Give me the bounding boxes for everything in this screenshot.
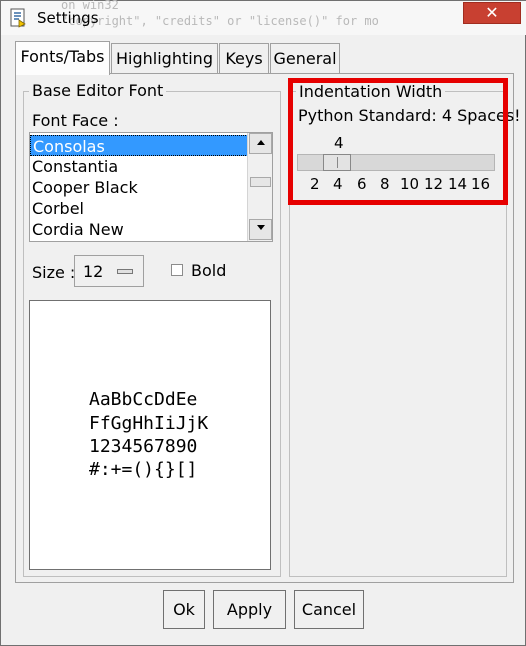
font-size-dropdown[interactable]: 12 bbox=[74, 255, 144, 287]
list-item-consolas[interactable]: Consolas bbox=[30, 135, 248, 156]
tab-highlighting[interactable]: Highlighting bbox=[111, 43, 218, 75]
bold-checkbox[interactable] bbox=[171, 264, 183, 276]
background-console-line-2: "copyright", "credits" or "license()" fo… bbox=[61, 14, 379, 28]
settings-window: on win32 "copyright", "credits" or "lice… bbox=[0, 0, 526, 646]
close-icon: ✕ bbox=[485, 3, 499, 22]
highlight-annotation-box bbox=[288, 78, 508, 205]
scroll-down-button[interactable] bbox=[249, 219, 272, 240]
list-item-corbel[interactable]: Corbel bbox=[30, 198, 248, 219]
list-item-cordia-new[interactable]: Cordia New bbox=[30, 219, 248, 240]
title-bar: on win32 "copyright", "credits" or "lice… bbox=[1, 0, 526, 35]
font-size-value: 12 bbox=[83, 262, 104, 281]
ok-button[interactable]: Ok bbox=[163, 590, 205, 629]
base-editor-font-legend: Base Editor Font bbox=[29, 81, 167, 100]
tab-general[interactable]: General bbox=[270, 43, 340, 75]
font-face-label: Font Face : bbox=[32, 111, 119, 130]
size-label: Size : bbox=[32, 263, 76, 282]
python-app-icon bbox=[10, 8, 28, 28]
list-item-constantia[interactable]: Constantia bbox=[30, 156, 248, 177]
cancel-button[interactable]: Cancel bbox=[294, 590, 364, 629]
close-button[interactable]: ✕ bbox=[463, 2, 521, 24]
font-preview-box: AaBbCcDdEe FfGgHhIiJjK 1234567890 #:+=()… bbox=[29, 300, 271, 570]
font-face-listbox[interactable]: Consolas Constantia Cooper Black Corbel … bbox=[29, 132, 273, 242]
window-title: Settings bbox=[37, 9, 99, 27]
tab-fonts-tabs[interactable]: Fonts/Tabs bbox=[15, 41, 110, 75]
chevron-up-icon bbox=[256, 140, 265, 145]
font-list-scrollbar[interactable] bbox=[247, 133, 272, 241]
bold-label: Bold bbox=[191, 261, 227, 280]
preview-line-1: AaBbCcDdEe bbox=[89, 389, 198, 410]
background-console-line-1: on win32 bbox=[61, 0, 119, 12]
preview-line-2: FfGgHhIiJjK bbox=[89, 413, 209, 434]
apply-button[interactable]: Apply bbox=[213, 590, 286, 629]
tab-keys[interactable]: Keys bbox=[219, 43, 269, 75]
preview-line-3: 1234567890 bbox=[89, 436, 198, 457]
scroll-thumb[interactable] bbox=[250, 177, 271, 187]
scroll-up-button[interactable] bbox=[249, 133, 272, 154]
list-item-cooper-black[interactable]: Cooper Black bbox=[30, 177, 248, 198]
preview-line-4: #:+=(){}[] bbox=[89, 459, 198, 480]
chevron-down-icon bbox=[256, 225, 265, 230]
dropdown-indicator-icon bbox=[117, 269, 133, 274]
